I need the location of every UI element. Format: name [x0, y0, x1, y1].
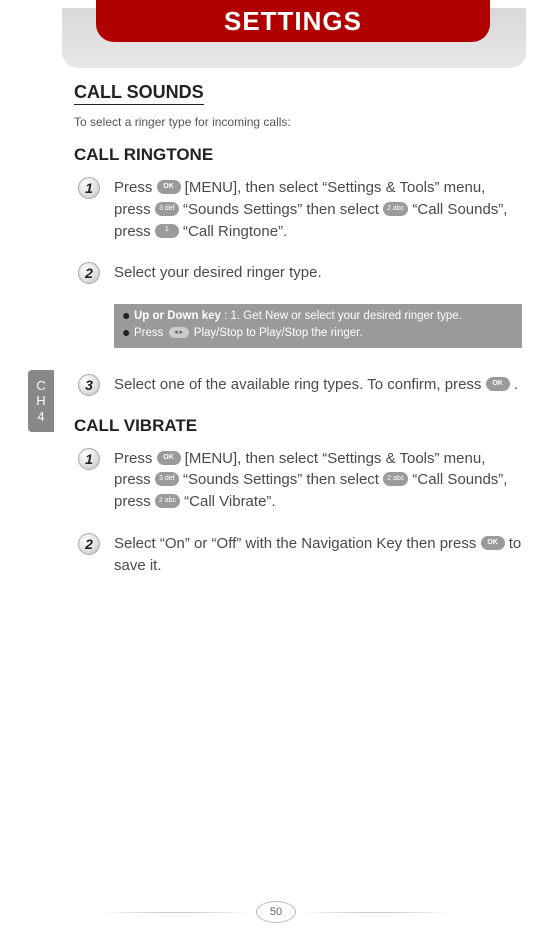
side-tab-line: H: [36, 393, 45, 409]
section-title-call-sounds: CALL SOUNDS: [74, 82, 204, 105]
step-text: Select “On” or “Off” with the Navigation…: [114, 533, 522, 577]
intro-text: To select a ringer type for incoming cal…: [74, 115, 522, 129]
vibrate-step: 1 Press OK [MENU], then select “Settings …: [74, 448, 522, 513]
vibrate-step: 2 Select “On” or “Off” with the Navigatio…: [74, 533, 522, 577]
page-footer: 50: [0, 901, 552, 923]
bullet-icon: ●: [122, 325, 134, 340]
ringtone-step: 3 Select one of the available ring types.…: [74, 374, 522, 396]
step-number-badge: 1: [74, 448, 104, 470]
key-ok-icon: OK: [157, 180, 181, 194]
key-arrows-icon: ◂ ▸: [169, 327, 189, 338]
ringtone-step: 2 Select your desired ringer type.: [74, 262, 522, 284]
ringtone-step: 1Press OK [MENU], then select “Settings …: [74, 177, 522, 242]
step-number: 2: [78, 533, 100, 555]
key-k2-icon: 2 abc: [155, 494, 180, 508]
page-header-title: SETTINGS: [224, 6, 362, 37]
step-number: 3: [78, 374, 100, 396]
key-k1-icon: 1: [155, 224, 179, 238]
tip-line: ●Press ◂ ▸ Play/Stop to Play/Stop the ri…: [122, 325, 514, 342]
step-number-badge: 1: [74, 177, 104, 199]
side-tab-line: C: [36, 378, 45, 394]
tips-box: ●Up or Down key : 1. Get New or select y…: [114, 304, 522, 347]
tip-text: Press ◂ ▸ Play/Stop to Play/Stop the rin…: [134, 325, 514, 342]
key-ok-icon: OK: [157, 451, 181, 465]
step-text: Select your desired ringer type.: [114, 262, 522, 284]
key-ok-icon: OK: [486, 377, 510, 391]
chapter-side-tab: C H 4: [28, 370, 54, 432]
bullet-icon: ●: [122, 308, 134, 323]
tip-line: ●Up or Down key : 1. Get New or select y…: [122, 308, 514, 325]
ringtone-steps: 1Press OK [MENU], then select “Settings …: [74, 177, 522, 396]
step-number-badge: 2: [74, 533, 104, 555]
subtitle-call-ringtone: CALL RINGTONE: [74, 145, 522, 165]
step-text: Press OK [MENU], then select “Settings &…: [114, 177, 522, 242]
vibrate-steps: 1 Press OK [MENU], then select “Settings …: [74, 448, 522, 577]
step-number: 2: [78, 262, 100, 284]
page-number-badge: 50: [256, 901, 296, 923]
step-text: Select one of the available ring types. …: [114, 374, 522, 396]
key-k3-icon: 3 def: [155, 202, 179, 216]
tip-text: Up or Down key : 1. Get New or select yo…: [134, 308, 514, 325]
content-area: CALL SOUNDS To select a ringer type for …: [74, 82, 522, 596]
header-title-bar: SETTINGS: [96, 0, 490, 42]
side-tab-line: 4: [37, 409, 44, 425]
tip-bold: Up or Down key: [134, 310, 221, 322]
step-number: 1: [78, 177, 100, 199]
subtitle-call-vibrate: CALL VIBRATE: [74, 416, 522, 436]
page-number: 50: [270, 906, 282, 918]
key-k3-icon: 3 def: [155, 472, 179, 486]
key-ok-icon: OK: [481, 536, 505, 550]
step-number: 1: [78, 448, 100, 470]
key-k2-icon: 2 abc: [383, 202, 408, 216]
key-k2-icon: 2 abc: [383, 472, 408, 486]
step-text: Press OK [MENU], then select “Settings &…: [114, 448, 522, 513]
step-number-badge: 3: [74, 374, 104, 396]
step-number-badge: 2: [74, 262, 104, 284]
